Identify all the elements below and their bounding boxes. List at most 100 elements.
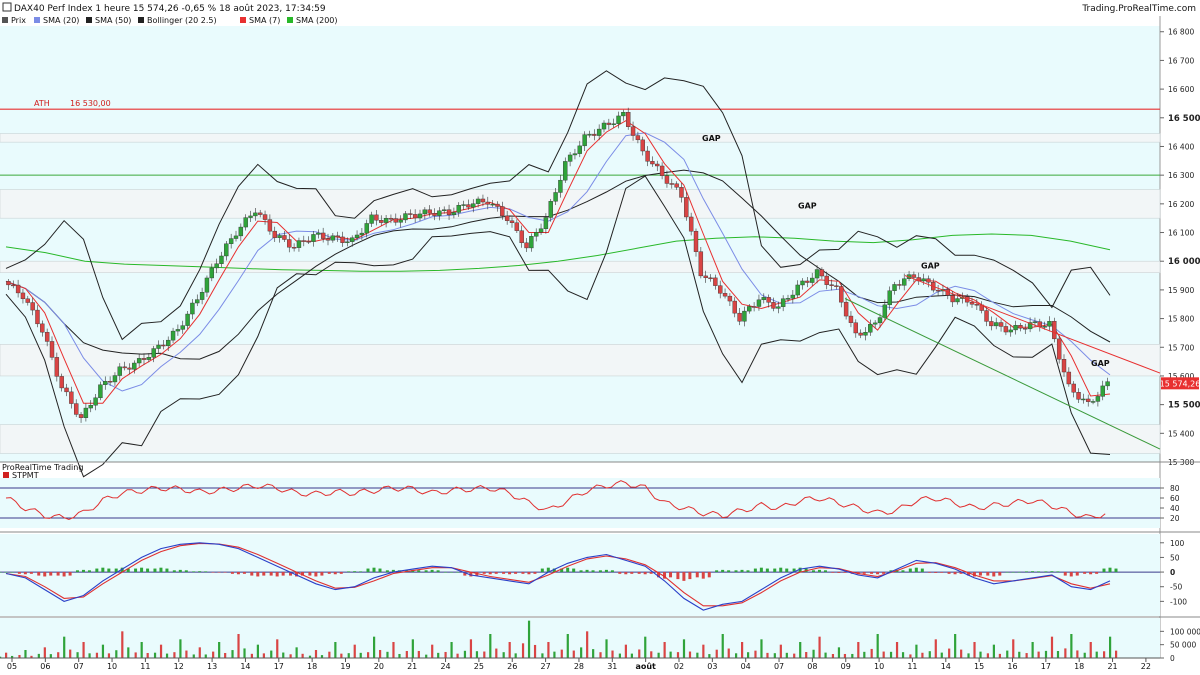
- candle-body: [795, 284, 800, 296]
- price-plot-area: [0, 26, 1160, 462]
- volume-bar: [682, 639, 686, 658]
- candle-body: [69, 391, 74, 404]
- candle-body: [563, 161, 568, 181]
- macd-histogram-bar: [223, 572, 227, 573]
- volume-bar: [57, 652, 60, 658]
- volume-bar: [940, 652, 943, 658]
- candle-body: [902, 278, 907, 286]
- macd-histogram-bar: [707, 572, 711, 578]
- candle-body: [49, 341, 55, 358]
- candle-body: [1047, 321, 1052, 327]
- candle-body: [538, 228, 544, 233]
- macd-histogram-bar: [146, 568, 150, 573]
- candle-body: [766, 297, 771, 303]
- candle-body: [446, 209, 452, 216]
- candle-body: [59, 376, 64, 389]
- candle-body: [805, 280, 810, 283]
- volume-bar: [948, 648, 951, 658]
- macd-histogram-bar: [242, 572, 246, 574]
- volume-bar: [521, 643, 525, 658]
- volume-bar: [572, 650, 575, 658]
- stpmt-swatch: [3, 472, 9, 478]
- time-tick-label: 26: [507, 662, 517, 671]
- y-tick-label: 16 000: [1168, 257, 1200, 267]
- macd-histogram-bar: [508, 572, 512, 575]
- candle-body: [398, 219, 403, 223]
- candle-body: [887, 290, 892, 306]
- macd-histogram-bar: [230, 572, 234, 574]
- macd-histogram-bar: [591, 570, 595, 573]
- time-tick-label: 21: [407, 662, 417, 671]
- candle-body: [306, 241, 311, 243]
- volume-bar: [566, 634, 569, 658]
- volume-bar: [863, 651, 866, 658]
- volume-bar: [793, 653, 796, 658]
- macd-tick-label: 0: [1170, 568, 1175, 577]
- candle-body: [708, 277, 713, 280]
- macd-histogram-bar: [37, 572, 41, 576]
- macd-histogram-bar: [236, 572, 240, 575]
- macd-histogram-bar: [598, 570, 602, 573]
- macd-histogram-bar: [430, 569, 434, 573]
- macd-histogram-bar: [281, 572, 285, 576]
- y-tick-label: 15 800: [1168, 315, 1194, 324]
- volume-bar: [1056, 650, 1060, 658]
- macd-histogram-bar: [928, 572, 932, 573]
- macd-histogram-bar: [947, 572, 951, 574]
- volume-bar: [49, 654, 52, 658]
- stpmt-tick-label: 60: [1170, 494, 1180, 503]
- candle-body: [248, 215, 253, 218]
- volume-bar: [928, 651, 931, 658]
- candle-body: [761, 297, 766, 301]
- candle-body: [606, 122, 612, 125]
- candle-body: [737, 312, 742, 322]
- candle-body: [727, 295, 733, 302]
- candle-body: [282, 235, 287, 240]
- candle-body: [848, 315, 854, 323]
- volume-bar: [250, 653, 253, 658]
- volume-bar: [456, 653, 459, 658]
- volume-bar: [212, 651, 215, 658]
- candle-body: [296, 240, 302, 248]
- volume-bar: [127, 647, 130, 658]
- candle-body: [756, 299, 762, 307]
- app-icon: [2, 2, 12, 12]
- macd-histogram-bar: [250, 572, 254, 576]
- volume-bar: [353, 644, 356, 658]
- volume-bar: [495, 648, 498, 658]
- macd-histogram-bar: [773, 568, 777, 573]
- macd-histogram-bar: [701, 572, 705, 579]
- volume-bar: [88, 653, 91, 658]
- candle-body: [693, 230, 699, 252]
- macd-histogram-bar: [1031, 571, 1035, 573]
- candle-body: [44, 331, 50, 342]
- candle-body: [935, 289, 941, 292]
- volume-bar: [715, 649, 718, 658]
- volume-bar: [218, 642, 221, 658]
- macd-histogram-bar: [630, 572, 634, 574]
- volume-bar: [553, 651, 556, 658]
- candle-body: [921, 278, 926, 282]
- macd-histogram-bar: [1011, 572, 1015, 573]
- candle-body: [810, 277, 815, 283]
- time-tick-label: 07: [774, 662, 784, 671]
- volume-panel: Volume100 00050 0000: [0, 618, 1200, 663]
- macd-histogram-bar: [159, 567, 163, 573]
- candle-body: [626, 112, 631, 127]
- legend-swatch: [86, 17, 92, 23]
- volume-bar: [173, 652, 176, 658]
- volume-bar: [688, 651, 692, 658]
- candle-body: [998, 322, 1004, 327]
- macd-histogram-bar: [1005, 572, 1009, 573]
- macd-histogram-bar: [572, 568, 576, 573]
- volume-bar: [301, 653, 304, 658]
- source-label[interactable]: Trading.ProRealTime.com: [1081, 4, 1196, 14]
- candle-body: [834, 285, 839, 287]
- candle-body: [417, 213, 423, 219]
- y-tick-label: 16 800: [1168, 28, 1194, 37]
- volume-bar: [721, 634, 724, 658]
- candle-body: [703, 275, 708, 279]
- candle-body: [548, 201, 553, 218]
- candle-body: [504, 215, 510, 221]
- macd-histogram-bar: [339, 572, 343, 574]
